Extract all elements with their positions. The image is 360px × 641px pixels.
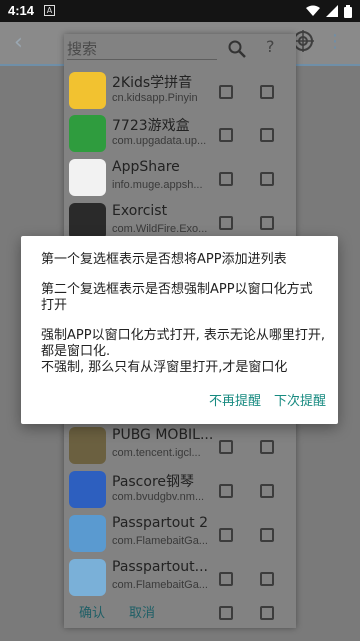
more-icon[interactable]: ⋮ xyxy=(326,31,344,52)
status-bar: 4:14 A xyxy=(0,0,360,22)
cancel-button[interactable]: 取消 xyxy=(129,602,155,621)
add-to-list-checkbox[interactable] xyxy=(219,85,233,99)
search-input[interactable] xyxy=(67,38,217,60)
search-row: ? xyxy=(64,34,296,64)
add-to-list-checkbox[interactable] xyxy=(219,528,233,542)
app-list-item[interactable]: Passpartout... com.FlamebaitGa... xyxy=(64,556,296,600)
back-icon[interactable]: ‹ xyxy=(14,30,23,55)
exorcist-app-icon xyxy=(69,203,106,240)
pinyin-app-icon xyxy=(69,72,106,109)
signal-icon xyxy=(326,5,338,17)
force-window-checkbox[interactable] xyxy=(260,528,274,542)
app-package: com.tencent.igcl... xyxy=(112,447,201,459)
status-icons xyxy=(306,4,352,18)
force-window-checkbox[interactable] xyxy=(260,172,274,186)
select-all-force-checkbox[interactable] xyxy=(260,606,274,620)
passpartout-app-icon xyxy=(69,559,106,596)
wifi-icon xyxy=(306,5,320,16)
remind-next-time-button[interactable]: 下次提醒 xyxy=(274,390,326,409)
add-to-list-checkbox[interactable] xyxy=(219,484,233,498)
app-package: com.bvudgbv.nm... xyxy=(112,491,205,503)
force-window-checkbox[interactable] xyxy=(260,440,274,454)
app-package: com.FlamebaitGa... xyxy=(112,535,208,547)
dialog-message-line2: 第二个复选框表示是否想强制APP以窗口化方式打开 xyxy=(41,282,313,313)
appshare-app-icon xyxy=(69,159,106,196)
force-window-checkbox[interactable] xyxy=(260,216,274,230)
sheet-footer: 确认 取消 xyxy=(64,596,296,628)
app-list-item[interactable]: 2Kids学拼音 cn.kidsapp.Pinyin xyxy=(64,69,296,113)
app-package: com.FlamebaitGa... xyxy=(112,579,208,591)
app-list-item[interactable]: 7723游戏盒 com.upgadata.up... xyxy=(64,112,296,156)
battery-icon xyxy=(344,4,352,18)
app-list-item[interactable]: AppShare info.muge.appsh... xyxy=(64,156,296,200)
app-package: cn.kidsapp.Pinyin xyxy=(112,92,198,104)
hint-dialog: 第一个复选框表示是否想将APP添加进列表 第二个复选框表示是否想强制APP以窗口… xyxy=(21,236,338,424)
never-remind-button[interactable]: 不再提醒 xyxy=(209,390,261,409)
force-window-checkbox[interactable] xyxy=(260,85,274,99)
game-box-app-icon xyxy=(69,115,106,152)
add-to-list-checkbox[interactable] xyxy=(219,572,233,586)
add-to-list-checkbox[interactable] xyxy=(219,440,233,454)
dialog-message-line1: 第一个复选框表示是否想将APP添加进列表 xyxy=(41,252,287,267)
add-to-list-checkbox[interactable] xyxy=(219,172,233,186)
dialog-message-line3: 强制APP以窗口化方式打开, 表示无论从哪里打开, 都是窗口化. xyxy=(41,328,325,359)
add-to-list-checkbox[interactable] xyxy=(219,216,233,230)
passpartout2-app-icon xyxy=(69,515,106,552)
status-time: 4:14 xyxy=(8,3,35,18)
help-icon[interactable]: ? xyxy=(266,37,275,56)
search-icon[interactable] xyxy=(228,40,246,58)
select-all-add-checkbox[interactable] xyxy=(219,606,233,620)
pubg-app-icon xyxy=(69,427,106,464)
dialog-message-line4: 不强制, 那么只有从浮窗里打开,才是窗口化 xyxy=(41,360,288,375)
notification-icon: A xyxy=(44,5,55,16)
app-list-item[interactable]: PUBG MOBIL... com.tencent.igcl... xyxy=(64,424,296,468)
app-list-item[interactable]: Pascore钢琴 com.bvudgbv.nm... xyxy=(64,468,296,512)
app-package: info.muge.appsh... xyxy=(112,179,203,191)
force-window-checkbox[interactable] xyxy=(260,128,274,142)
add-to-list-checkbox[interactable] xyxy=(219,128,233,142)
app-package: com.upgadata.up... xyxy=(112,135,207,147)
pascore-app-icon xyxy=(69,471,106,508)
force-window-checkbox[interactable] xyxy=(260,572,274,586)
app-package: com.WildFire.Exo... xyxy=(112,223,208,235)
app-list-item[interactable]: Passpartout 2 com.FlamebaitGa... xyxy=(64,512,296,556)
force-window-checkbox[interactable] xyxy=(260,484,274,498)
confirm-button[interactable]: 确认 xyxy=(79,602,105,621)
